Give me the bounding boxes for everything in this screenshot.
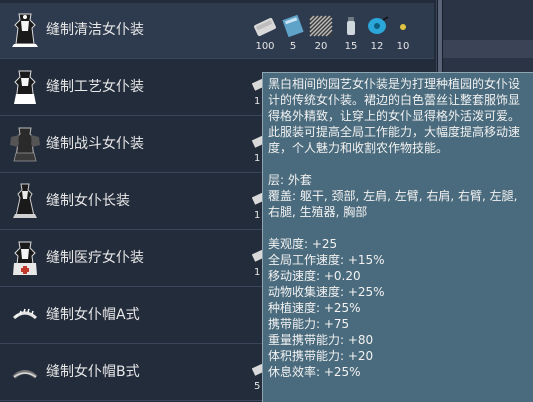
cloth-icon: 100 [252,13,278,55]
material-count: 1 [254,267,261,278]
tooltip-layer: 层: 外套 [268,173,312,187]
tooltip-stat: 种植速度: +25% [268,301,361,315]
recipe-label: 缝制女仆帽A式 [46,307,140,323]
recipe-item[interactable]: 缝制清洁女仆装 100 5 20 15 12 10 [0,3,434,59]
recipe-label: 缝制女仆长装 [46,193,130,209]
maid-dress-medical-icon [13,241,37,275]
maid-dress-clean-icon [12,13,38,47]
recipe-label: 缝制工艺女仆装 [46,79,144,95]
material-count: 1 [254,96,261,107]
material-count: 1 [254,210,261,221]
tooltip-stat: 休息效率: +25% [268,365,361,379]
recipe-label: 缝制清洁女仆装 [46,22,144,38]
button-icon: 10 [390,13,416,55]
recipe-label: 缝制医疗女仆装 [46,250,144,266]
checkered-fabric-icon: 20 [308,13,334,55]
recipe-label: 缝制战斗女仆装 [46,136,144,152]
maid-dress-craft-icon [14,70,36,104]
fabric-roll-icon: 5 [280,13,306,55]
tooltip-stat: 移动速度: +0.20 [268,269,361,283]
tooltip-stat: 携带能力: +75 [268,317,350,331]
tooltip-stat: 全局工作速度: +15% [268,253,385,267]
material-list: 100 5 20 15 12 10 [252,13,422,55]
material-count: 5 [254,381,261,392]
tooltip-description: 黑白相间的园艺女仆装是为打理种植园的女仆设计的传统女仆装。裙边的白色蕾丝让整套服… [268,77,521,155]
maid-headband-b-icon [12,370,38,379]
tooltip-stat: 美观度: +25 [268,237,338,251]
tooltip-coverage: 覆盖: 躯干, 颈部, 左肩, 左臂, 右肩, 右臂, 左腿, 右腿, 生殖器,… [268,189,518,219]
item-tooltip: 黑白相间的园艺女仆装是为打理种植园的女仆设计的传统女仆装。裙边的白色蕾丝让整套服… [262,72,533,402]
maid-dress-combat-icon [10,127,40,162]
material-count: 1 [254,153,261,164]
recipe-label: 缝制女仆帽B式 [46,364,140,380]
tooltip-stat: 动物收集速度: +25% [268,285,385,299]
tooltip-stat: 重量携带能力: +80 [268,333,374,347]
maid-headband-a-icon [12,308,38,320]
maid-dress-head-icon [13,183,37,218]
tooltip-stat: 体积携带能力: +20 [268,349,374,363]
